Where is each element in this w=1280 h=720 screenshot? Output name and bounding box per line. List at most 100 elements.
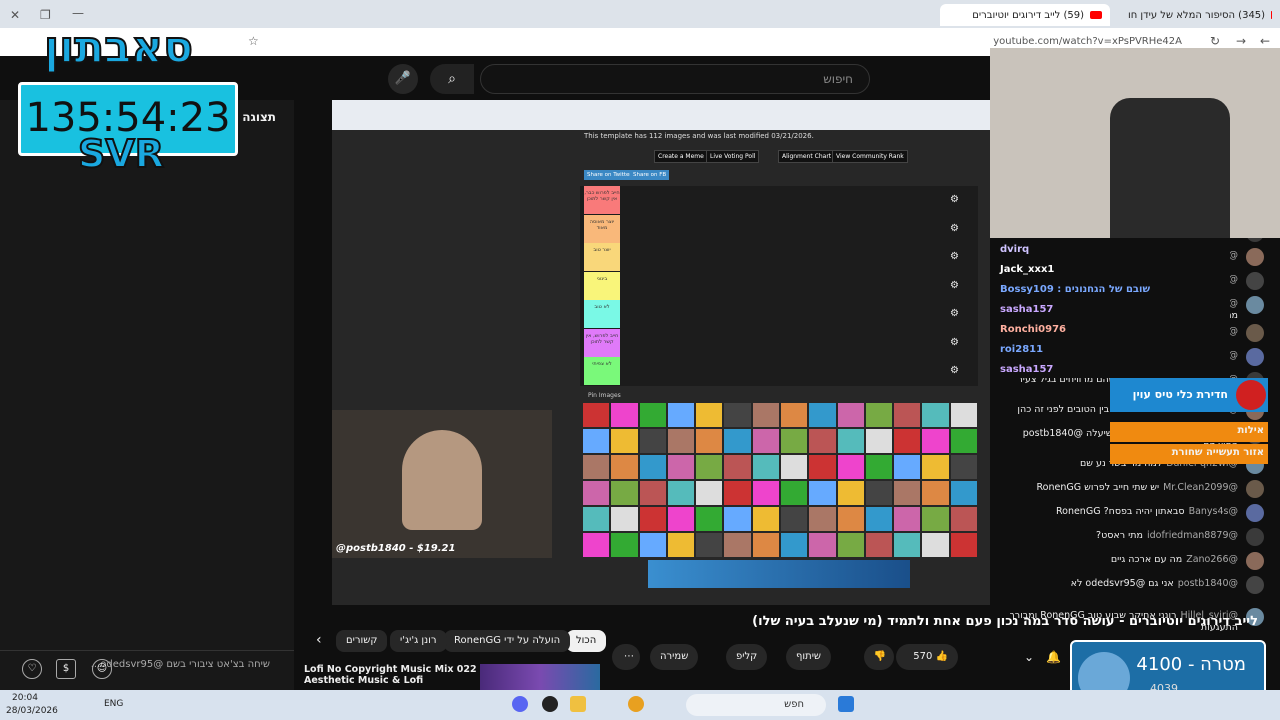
- pin-image[interactable]: [781, 533, 808, 557]
- share-button[interactable]: Share on Twitter: [584, 170, 635, 180]
- pin-image[interactable]: [752, 455, 779, 479]
- bell-icon[interactable]: 🔔: [1046, 650, 1061, 664]
- pin-image[interactable]: [752, 481, 779, 505]
- avatar[interactable]: [1246, 348, 1264, 366]
- pin-image[interactable]: [922, 455, 949, 479]
- chevron-down-icon[interactable]: ⌄: [1024, 650, 1034, 664]
- chat-author[interactable]: @idofriedman8879: [1147, 530, 1238, 541]
- pin-image[interactable]: [583, 507, 610, 531]
- more-button[interactable]: ⋯: [612, 644, 640, 670]
- pin-image[interactable]: [865, 455, 893, 479]
- filter-chip[interactable]: רונן ג'יג'י: [390, 630, 447, 652]
- pin-image[interactable]: [667, 403, 695, 427]
- pin-image[interactable]: [639, 507, 666, 531]
- pin-image[interactable]: [724, 403, 751, 427]
- pin-image[interactable]: [639, 429, 666, 453]
- dislike-button[interactable]: 👎: [864, 644, 894, 670]
- filter-chip[interactable]: הועלה על ידי RonenGG: [444, 630, 571, 652]
- recommended-thumbnail[interactable]: [480, 664, 600, 690]
- pin-image[interactable]: [696, 507, 723, 531]
- pin-image[interactable]: [865, 533, 893, 557]
- pin-image[interactable]: [752, 403, 779, 427]
- share-button[interactable]: שיתוף: [786, 644, 832, 670]
- forward-icon[interactable]: →: [1236, 34, 1246, 48]
- pin-image[interactable]: [696, 403, 723, 427]
- tier-settings-icon[interactable]: ⚙: [950, 280, 959, 291]
- pin-image[interactable]: [865, 507, 893, 531]
- pin-image[interactable]: [894, 507, 921, 531]
- media-player-icon[interactable]: [542, 696, 558, 712]
- avatar[interactable]: [1246, 480, 1264, 498]
- avatar[interactable]: [1246, 272, 1264, 290]
- chat-author[interactable]: @Mr.Clean2099: [1163, 482, 1238, 493]
- super-chat-icon[interactable]: $: [56, 659, 76, 679]
- tier-settings-icon[interactable]: ⚙: [950, 365, 959, 376]
- pin-image[interactable]: [611, 481, 638, 505]
- pin-image[interactable]: [696, 455, 723, 479]
- pin-image[interactable]: [696, 429, 723, 453]
- pin-image[interactable]: [781, 507, 808, 531]
- pin-image[interactable]: [922, 429, 949, 453]
- avatar[interactable]: [1246, 504, 1264, 522]
- tab-live[interactable]: (59) לייב דירוגים יוטיוברים: [940, 4, 1110, 26]
- pin-image[interactable]: [752, 507, 779, 531]
- pin-image[interactable]: [667, 455, 695, 479]
- pin-image[interactable]: [667, 507, 695, 531]
- pin-image[interactable]: [950, 507, 977, 531]
- pin-image[interactable]: [950, 481, 977, 505]
- pin-image[interactable]: [724, 507, 751, 531]
- pin-image[interactable]: [837, 507, 864, 531]
- like-icon[interactable]: ♡: [22, 659, 42, 679]
- pin-image[interactable]: [752, 533, 779, 557]
- pin-image[interactable]: [611, 533, 638, 557]
- pin-image[interactable]: [781, 455, 808, 479]
- pin-image[interactable]: [950, 429, 977, 453]
- tier-maker-button[interactable]: View Community Rank: [832, 150, 908, 163]
- pin-image[interactable]: [837, 403, 864, 427]
- filter-chip[interactable]: הכול: [566, 630, 607, 652]
- pin-image[interactable]: [894, 429, 921, 453]
- pin-image[interactable]: [639, 533, 666, 557]
- tier-settings-icon[interactable]: ⚙: [950, 223, 959, 234]
- pin-image[interactable]: [724, 429, 751, 453]
- filter-chip[interactable]: קשורים: [336, 630, 388, 652]
- taskbar-search[interactable]: חפש: [686, 694, 826, 716]
- pin-image[interactable]: [611, 507, 638, 531]
- tier-settings-icon[interactable]: ⚙: [950, 251, 959, 262]
- recommended-title[interactable]: Lofi No Copyright Music Mix 022 - Aesthe…: [304, 664, 484, 686]
- pin-image[interactable]: [583, 455, 610, 479]
- pin-image[interactable]: [922, 507, 949, 531]
- pin-image[interactable]: [639, 481, 666, 505]
- pin-image[interactable]: [724, 455, 751, 479]
- pin-image[interactable]: [950, 455, 977, 479]
- pin-image[interactable]: [583, 481, 610, 505]
- tier-settings-icon[interactable]: ⚙: [950, 308, 959, 319]
- folder-icon[interactable]: [570, 696, 586, 712]
- pin-image[interactable]: [724, 533, 751, 557]
- pin-image[interactable]: [894, 533, 921, 557]
- back-icon[interactable]: ←: [1260, 34, 1270, 48]
- search-input[interactable]: חיפוש: [480, 64, 870, 94]
- clip-button[interactable]: קליפ: [726, 644, 768, 670]
- pin-image[interactable]: [639, 403, 666, 427]
- pin-image[interactable]: [583, 533, 610, 557]
- chat-input[interactable]: שיחה בצ'אט ציבורי בשם @odedsvr95...: [90, 659, 270, 679]
- pin-image[interactable]: [724, 481, 751, 505]
- pin-image[interactable]: [950, 533, 977, 557]
- pin-image[interactable]: [809, 455, 836, 479]
- discord-icon[interactable]: [512, 696, 528, 712]
- share-button[interactable]: Share on FB: [630, 170, 670, 180]
- pin-image[interactable]: [696, 533, 723, 557]
- pin-image[interactable]: [809, 403, 836, 427]
- pin-image[interactable]: [667, 481, 695, 505]
- pin-image[interactable]: [865, 403, 893, 427]
- pin-image[interactable]: [950, 403, 977, 427]
- like-button[interactable]: 👍 570: [896, 644, 958, 670]
- pin-image[interactable]: [837, 429, 864, 453]
- tier-settings-icon[interactable]: ⚙: [950, 337, 959, 348]
- pin-image[interactable]: [667, 533, 695, 557]
- chat-author[interactable]: @postb1840: [1178, 578, 1238, 589]
- avatar[interactable]: [1246, 248, 1264, 266]
- reload-icon[interactable]: ↻: [1210, 34, 1220, 48]
- pin-image[interactable]: [809, 481, 836, 505]
